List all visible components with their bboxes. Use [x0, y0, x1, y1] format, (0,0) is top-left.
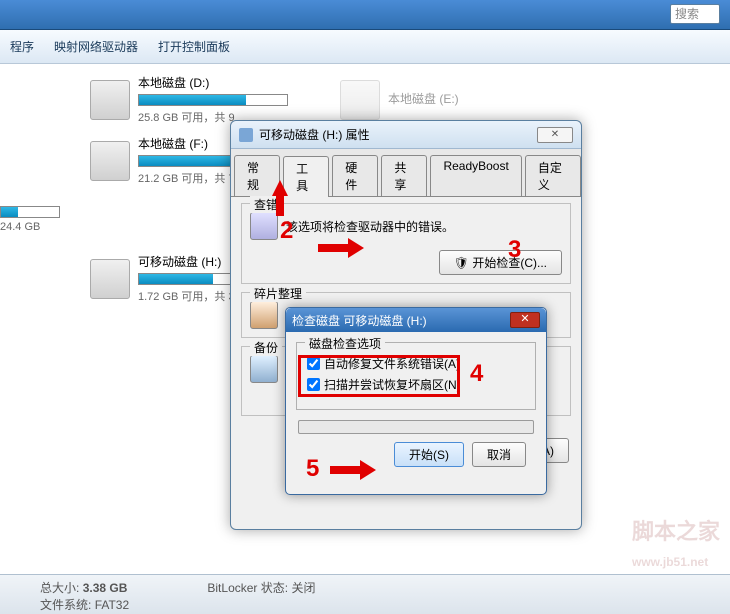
drive-item[interactable]: 本地磁盘 (E:) [340, 74, 550, 125]
backup-icon [250, 355, 278, 383]
window-titlebar: 搜索 [0, 0, 730, 30]
close-icon[interactable]: ✕ [537, 127, 573, 143]
watermark: 脚本之家 www.jb51.net [632, 514, 720, 572]
drive-size: 24.4 GB [0, 221, 210, 233]
check-icon [250, 212, 278, 240]
check-disk-dialog: 检查磁盘 可移动磁盘 (H:) ✕ 磁盘检查选项 自动修复文件系统错误(A) 扫… [285, 307, 547, 495]
hdd-icon [90, 141, 130, 181]
group-desc: 该选项将检查驱动器中的错误。 [286, 218, 454, 235]
menu-control-panel[interactable]: 打开控制面板 [158, 38, 230, 55]
group-label: 备份 [250, 339, 282, 356]
dialog-title: 检查磁盘 可移动磁盘 (H:) [292, 312, 427, 329]
search-input[interactable]: 搜索 [670, 4, 720, 24]
group-label: 碎片整理 [250, 285, 306, 302]
annotation-arrow-5 [330, 460, 376, 480]
toolbar: 程序 映射网络驱动器 打开控制面板 [0, 30, 730, 64]
status-bar: 总大小: 3.38 GB BitLocker 状态: 关闭 文件系统: FAT3… [0, 574, 730, 614]
hdd-icon [90, 80, 130, 120]
tab-custom[interactable]: 自定义 [525, 155, 581, 196]
dialog-titlebar[interactable]: 检查磁盘 可移动磁盘 (H:) ✕ [286, 308, 546, 332]
annotation-5: 5 [306, 455, 319, 483]
usb-icon [90, 259, 130, 299]
auto-fix-checkbox[interactable] [307, 357, 320, 370]
annotation-3: 3 [508, 236, 521, 264]
annotation-arrow-2 [272, 180, 288, 196]
drive-item[interactable]: 本地磁盘 (D:) 25.8 GB 可用，共 9 [90, 74, 300, 125]
auto-fix-option[interactable]: 自动修复文件系统错误(A) [307, 355, 525, 372]
annotation-arrow-3 [318, 238, 364, 258]
hdd-icon [340, 80, 380, 120]
drive-name: 本地磁盘 (E:) [388, 90, 550, 107]
tab-hardware[interactable]: 硬件 [332, 155, 378, 196]
defrag-icon [250, 301, 278, 329]
fieldset-label: 磁盘检查选项 [305, 335, 385, 352]
tab-sharing[interactable]: 共享 [381, 155, 427, 196]
check-options-fieldset: 磁盘检查选项 自动修复文件系统错误(A) 扫描并尝试恢复坏扇区(N) [296, 342, 536, 410]
tab-tools[interactable]: 工具 [283, 156, 329, 197]
menu-map-drive[interactable]: 映射网络驱动器 [54, 38, 138, 55]
start-check-button[interactable]: 🛡 开始检查(C)... [439, 250, 562, 275]
scan-recover-checkbox[interactable] [307, 378, 320, 391]
menu-program[interactable]: 程序 [10, 38, 34, 55]
close-icon[interactable]: ✕ [510, 312, 540, 328]
drive-item[interactable]: 24.4 GB [0, 206, 210, 233]
annotation-4: 4 [470, 360, 483, 388]
progress-bar [298, 420, 534, 434]
drive-icon [239, 128, 253, 142]
scan-recover-option[interactable]: 扫描并尝试恢复坏扇区(N) [307, 376, 525, 393]
drive-name: 本地磁盘 (D:) [138, 74, 300, 91]
tab-readyboost[interactable]: ReadyBoost [430, 155, 521, 196]
start-button[interactable]: 开始(S) [394, 442, 464, 467]
cancel-button[interactable]: 取消 [472, 442, 526, 467]
dialog-titlebar[interactable]: 可移动磁盘 (H:) 属性 ✕ [231, 121, 581, 149]
annotation-2: 2 [280, 217, 293, 245]
dialog-title: 可移动磁盘 (H:) 属性 [259, 126, 370, 143]
